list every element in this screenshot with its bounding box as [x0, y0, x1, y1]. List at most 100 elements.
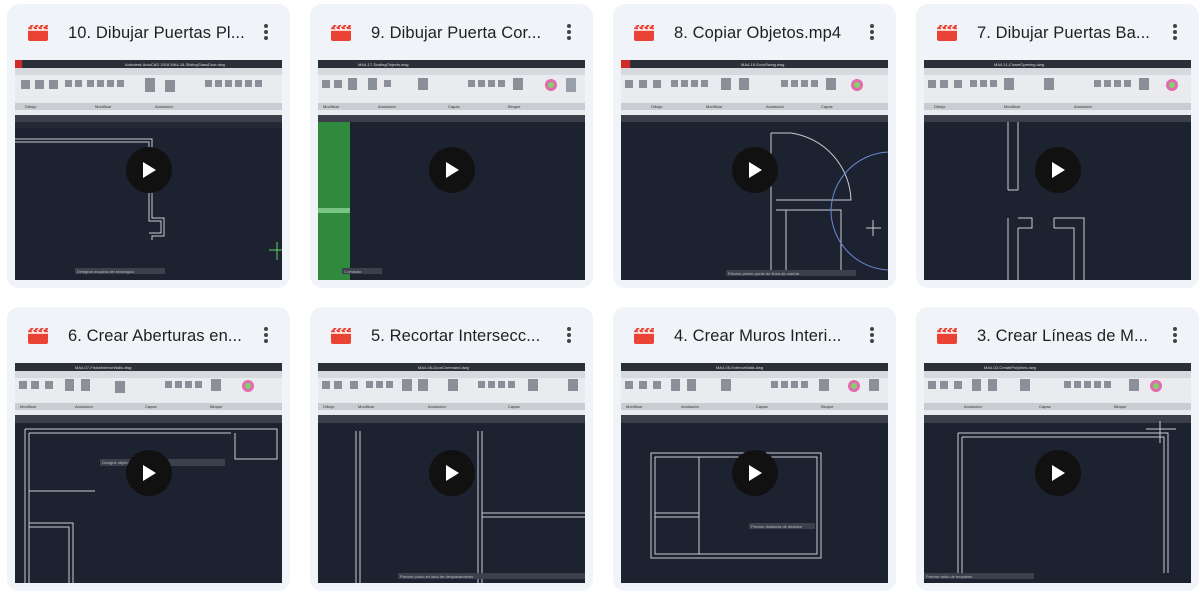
cad-title-text: MA4-06-DoorCommand.dwg	[418, 365, 469, 370]
ribbon-label: Capas	[145, 404, 157, 409]
video-thumbnail[interactable]: MA4-02-CreatePolylines.dwg Anotación Cap…	[924, 363, 1191, 583]
card-header: 4. Crear Muros Interi...	[613, 307, 896, 363]
more-options-button[interactable]	[555, 18, 583, 46]
ribbon-label: Dibujo	[934, 104, 946, 109]
ribbon-label: Capas	[448, 104, 460, 109]
card-header: 3. Crear Líneas de M...	[916, 307, 1199, 363]
kebab-menu-icon	[264, 24, 268, 40]
kebab-menu-icon	[567, 327, 571, 343]
ribbon-label: Anotación	[428, 404, 446, 409]
ribbon-label: Anotación	[155, 104, 173, 109]
video-card[interactable]: 10. Dibujar Puertas Pl... Autodesk AutoC…	[7, 4, 290, 288]
video-file-icon	[331, 25, 351, 41]
ribbon-label: Anotación	[75, 404, 93, 409]
card-title: 4. Crear Muros Interi...	[674, 327, 842, 345]
video-file-icon	[634, 328, 654, 344]
video-card[interactable]: 8. Copiar Objetos.mp4 MA4-16-DoorSwing.d…	[613, 4, 896, 288]
more-options-button[interactable]	[858, 321, 886, 349]
more-options-button[interactable]	[1161, 18, 1189, 46]
ribbon-label: Capas	[508, 404, 520, 409]
card-header: 8. Copiar Objetos.mp4	[613, 4, 896, 60]
cad-command-line: Designar esquina del rectangulo	[77, 269, 135, 274]
play-icon	[142, 465, 156, 481]
video-thumbnail[interactable]: MA4-06-DoorCommand.dwg Dibujo Modificar …	[318, 363, 585, 583]
ribbon-label: Modificar	[323, 104, 340, 109]
ribbon-label: Anotación	[766, 104, 784, 109]
ribbon-label: Modificar	[626, 404, 643, 409]
video-file-icon	[634, 25, 654, 41]
kebab-menu-icon	[264, 327, 268, 343]
kebab-menu-icon	[870, 327, 874, 343]
play-icon	[1051, 162, 1065, 178]
cad-title-text: MA4-07-FinishInteriorWalls.dwg	[75, 365, 132, 370]
more-options-button[interactable]	[555, 321, 583, 349]
ribbon-label: Modificar	[358, 404, 375, 409]
video-card[interactable]: 4. Crear Muros Interi... MA4-05-Exterior…	[613, 307, 896, 591]
video-thumbnail[interactable]: MA4-11-ClosetOpening.dwg Dibujo Modifica…	[924, 60, 1191, 280]
play-icon	[445, 162, 459, 178]
play-button[interactable]	[731, 450, 778, 496]
kebab-menu-icon	[1173, 327, 1177, 343]
cad-title-text: MA4-02-CreatePolylines.dwg	[984, 365, 1036, 370]
video-thumbnail[interactable]: Autodesk AutoCAD 2018 MA4-18-SlidingGlas…	[15, 60, 282, 280]
card-header: 7. Dibujar Puertas Ba...	[916, 4, 1199, 60]
ribbon-label: Modificar	[95, 104, 112, 109]
cad-command-line: Precise primer punto de linea de cuerda	[728, 271, 800, 276]
play-button[interactable]	[428, 450, 475, 496]
video-card[interactable]: 9. Dibujar Puerta Cor... MA4-17-ScalingO…	[310, 4, 593, 288]
cad-command-line: Precise punto en lado de desplazamiento	[400, 574, 474, 579]
play-button[interactable]	[1034, 147, 1081, 193]
card-title: 10. Dibujar Puertas Pl...	[68, 24, 245, 42]
card-title: 8. Copiar Objetos.mp4	[674, 24, 842, 42]
ribbon-label: Bloque	[508, 104, 521, 109]
cad-title-text: MA4-17-ScalingObjects.dwg	[358, 62, 408, 67]
ribbon-label: Anotación	[1074, 104, 1092, 109]
play-icon	[142, 162, 156, 178]
ribbon-label: Dibujo	[323, 404, 335, 409]
play-button[interactable]	[1034, 450, 1081, 496]
video-file-icon	[28, 25, 48, 41]
ribbon-label: Capas	[821, 104, 833, 109]
more-options-button[interactable]	[252, 18, 280, 46]
card-title: 9. Dibujar Puerta Cor...	[371, 24, 542, 42]
video-card[interactable]: 3. Crear Líneas de M... MA4-02-CreatePol…	[916, 307, 1199, 591]
ribbon-label: Bloque	[1114, 404, 1127, 409]
video-thumbnail[interactable]: MA4-07-FinishInteriorWalls.dwg Modificar…	[15, 363, 282, 583]
ribbon-label: Capas	[756, 404, 768, 409]
video-card[interactable]: 7. Dibujar Puertas Ba... MA4-11-ClosetOp…	[916, 4, 1199, 288]
card-title: 7. Dibujar Puertas Ba...	[977, 24, 1150, 42]
video-file-icon	[331, 328, 351, 344]
video-file-icon	[28, 328, 48, 344]
video-thumbnail[interactable]: MA4-16-DoorSwing.dwg Dibujo Modificar An…	[621, 60, 888, 280]
more-options-button[interactable]	[858, 18, 886, 46]
card-header: 6. Crear Aberturas en...	[7, 307, 290, 363]
video-file-icon	[937, 25, 957, 41]
card-header: 9. Dibujar Puerta Cor...	[310, 4, 593, 60]
video-thumbnail[interactable]: MA4-17-ScalingObjects.dwg Modificar Anot…	[318, 60, 585, 280]
card-header: 10. Dibujar Puertas Pl...	[7, 4, 290, 60]
kebab-menu-icon	[1173, 24, 1177, 40]
ribbon-label: Bloque	[210, 404, 223, 409]
card-title: 3. Crear Líneas de M...	[977, 327, 1149, 345]
play-button[interactable]	[125, 147, 172, 193]
cad-title-text: MA4-05-ExteriorWalls.dwg	[716, 365, 763, 370]
video-card[interactable]: 5. Recortar Intersecc... MA4-06-DoorComm…	[310, 307, 593, 591]
video-thumbnail[interactable]: MA4-05-ExteriorWalls.dwg Modificar Anota…	[621, 363, 888, 583]
play-button[interactable]	[428, 147, 475, 193]
cad-title-text: Autodesk AutoCAD 2018 MA4-18-SlidingGlas…	[125, 62, 225, 67]
cad-command-line: Comando	[344, 269, 362, 274]
ribbon-label: Modificar	[20, 404, 37, 409]
kebab-menu-icon	[870, 24, 874, 40]
play-button[interactable]	[125, 450, 172, 496]
ribbon-label: Dibujo	[651, 104, 663, 109]
more-options-button[interactable]	[1161, 321, 1189, 349]
ribbon-label: Bloque	[821, 404, 834, 409]
play-icon	[748, 162, 762, 178]
ribbon-label: Anotación	[964, 404, 982, 409]
play-button[interactable]	[731, 147, 778, 193]
video-card[interactable]: 6. Crear Aberturas en... MA4-07-FinishIn…	[7, 307, 290, 591]
more-options-button[interactable]	[252, 321, 280, 349]
ribbon-label: Modificar	[706, 104, 723, 109]
play-icon	[445, 465, 459, 481]
play-icon	[1051, 465, 1065, 481]
